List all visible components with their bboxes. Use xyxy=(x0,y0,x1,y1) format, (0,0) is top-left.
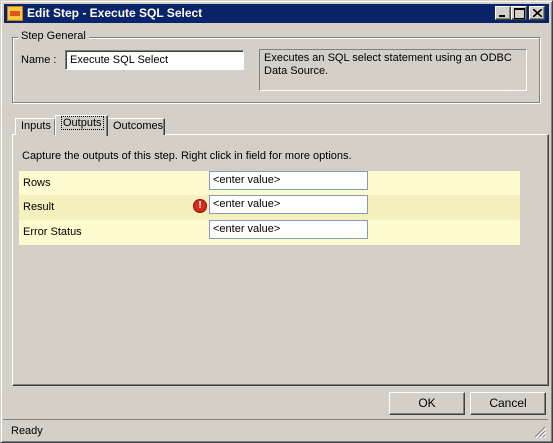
outputs-instructions: Capture the outputs of this step. Right … xyxy=(22,150,352,162)
tab-outcomes[interactable]: Outcomes xyxy=(107,118,165,135)
rows-value-field[interactable]: <enter value> xyxy=(209,171,368,190)
sql-step-icon xyxy=(7,6,23,21)
error-icon: ! xyxy=(193,199,207,213)
minimize-button[interactable] xyxy=(495,6,511,20)
close-button[interactable] xyxy=(529,6,545,20)
result-value-field[interactable]: <enter value> xyxy=(209,195,368,214)
step-description: Executes an SQL select statement using a… xyxy=(259,49,527,91)
tab-inputs[interactable]: Inputs xyxy=(15,118,56,135)
title-bar[interactable]: Edit Step - Execute SQL Select xyxy=(4,4,549,23)
name-field[interactable]: Execute SQL Select xyxy=(65,50,244,70)
name-label: Name : xyxy=(21,54,57,66)
status-bar: Ready xyxy=(3,419,548,440)
output-row-error-status: Error Status <enter value> xyxy=(19,220,520,245)
resize-grip-icon[interactable] xyxy=(534,426,546,438)
status-text: Ready xyxy=(11,425,43,437)
row-label: Rows xyxy=(23,177,51,189)
window-title: Edit Step - Execute SQL Select xyxy=(27,6,203,20)
ok-button[interactable]: OK xyxy=(389,392,465,415)
error-status-value-field[interactable]: <enter value> xyxy=(209,220,368,239)
step-general-legend: Step General xyxy=(18,30,89,43)
tab-outcomes-label: Outcomes xyxy=(113,120,164,132)
maximize-button[interactable] xyxy=(511,6,527,20)
tab-inputs-label: Inputs xyxy=(21,120,51,132)
tab-outputs-label: Outputs xyxy=(61,116,104,130)
output-row-rows: Rows <enter value> xyxy=(19,171,520,196)
row-label: Error Status xyxy=(23,226,82,238)
output-row-result: Result ! <enter value> xyxy=(19,195,520,220)
close-icon xyxy=(533,9,542,17)
tab-outputs[interactable]: Outputs xyxy=(55,115,108,136)
cancel-button[interactable]: Cancel xyxy=(470,392,546,415)
row-label: Result xyxy=(23,201,55,213)
